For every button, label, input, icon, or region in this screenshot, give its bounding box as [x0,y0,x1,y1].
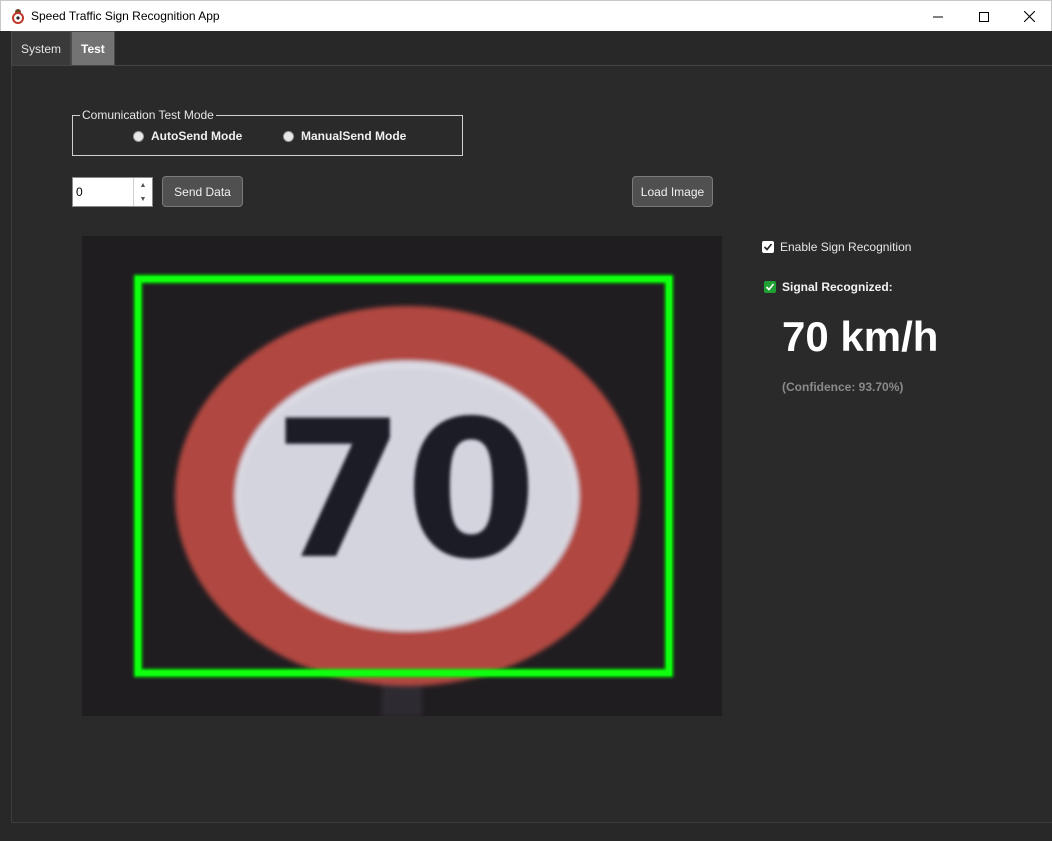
window-title: Speed Traffic Sign Recognition App [31,9,220,23]
confidence-text: (Confidence: 93.70%) [782,380,904,394]
minimize-button[interactable] [915,1,961,32]
minimize-icon [933,16,943,17]
spinner-arrows: ▲ ▼ [133,178,152,206]
tab-test[interactable]: Test [71,31,115,65]
value-spinner[interactable]: ▲ ▼ [72,177,153,207]
tab-system[interactable]: System [11,31,72,65]
autosend-radio[interactable]: AutoSend Mode [133,129,242,143]
traffic-sign-image: 70 [82,236,722,716]
app-icon [12,9,24,24]
signal-recognized-label: Signal Recognized: [782,280,893,294]
radio-dot-icon [133,130,144,142]
enable-recognition-checkbox[interactable]: Enable Sign Recognition [762,240,911,254]
recognized-speed: 70 km/h [782,313,939,360]
close-icon [1023,11,1035,22]
spinner-up-icon[interactable]: ▲ [134,178,152,192]
check-icon [765,283,775,291]
comm-mode-group: Comunication Test Mode AutoSend Mode Man… [72,108,463,156]
manualsend-label: ManualSend Mode [301,129,407,143]
title-bar: Speed Traffic Sign Recognition App [0,0,1052,31]
maximize-icon [979,11,989,22]
radio-dot-icon [283,130,294,142]
manualsend-radio[interactable]: ManualSend Mode [283,129,406,143]
comm-mode-legend: Comunication Test Mode [80,108,216,122]
image-viewer: 70 [82,236,722,716]
spinner-input[interactable] [73,178,133,206]
tab-strip: System Test [11,31,115,65]
spinner-down-icon[interactable]: ▼ [134,192,152,206]
checkbox-icon [762,241,774,253]
maximize-button[interactable] [961,1,1007,32]
autosend-label: AutoSend Mode [151,129,243,143]
signal-recognized-checkbox: Signal Recognized: [764,280,893,294]
checkbox-icon [764,281,776,293]
check-icon [763,243,773,251]
close-button[interactable] [1006,1,1052,32]
send-data-button[interactable]: Send Data [162,176,243,207]
enable-recognition-label: Enable Sign Recognition [780,240,912,254]
sign-number-text: 70 [273,380,537,601]
load-image-button[interactable]: Load Image [632,176,713,207]
